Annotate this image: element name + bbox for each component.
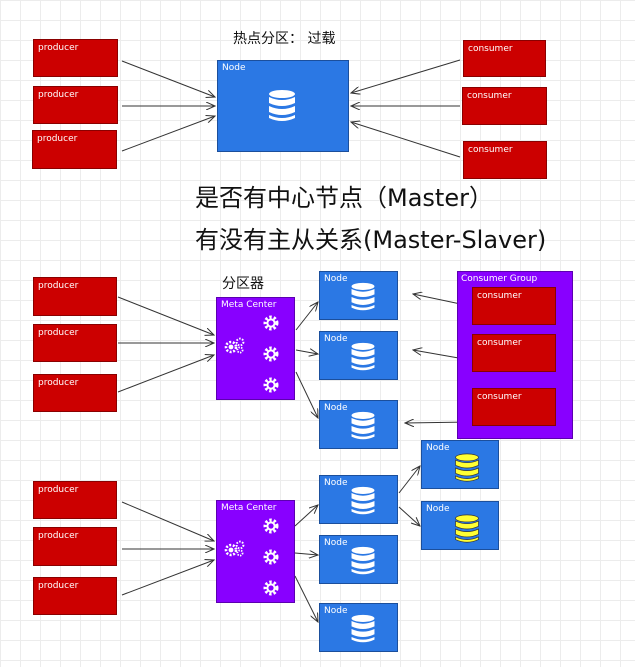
consumer-box: consumer: [472, 388, 556, 426]
node-box: Node: [319, 603, 398, 652]
arrow: [121, 560, 214, 596]
meta-center-box: Meta Center: [216, 500, 295, 603]
producer-box: producer: [33, 86, 118, 124]
arrow: [294, 553, 318, 555]
producer-box: producer: [33, 39, 118, 77]
consumer-box: consumer: [462, 87, 547, 125]
database-icon: [455, 453, 479, 482]
node-box: Node: [319, 400, 398, 449]
consumer-box: consumer: [463, 40, 546, 77]
gear-icon: [263, 377, 279, 393]
arrow: [295, 371, 318, 418]
database-icon: [455, 514, 479, 543]
gear-icon: [263, 518, 279, 534]
arrow: [398, 466, 420, 494]
arrow: [295, 302, 318, 331]
hotspot-title: 热点分区： 过载: [233, 31, 336, 47]
node-box: Node: [319, 475, 398, 524]
database-icon: [269, 90, 295, 121]
node-label: Node: [222, 63, 246, 73]
node-label: Node: [324, 334, 348, 344]
arrow: [294, 575, 318, 622]
consumer-box: consumer: [472, 287, 556, 325]
replica-node-box: Node: [421, 501, 499, 550]
producer-box: producer: [33, 527, 117, 566]
consumer-box: consumer: [472, 334, 556, 372]
database-icon: [351, 282, 375, 311]
replica-node-box: Node: [421, 440, 499, 489]
database-icon: [351, 614, 375, 643]
node-label: Node: [324, 274, 348, 284]
gears-icon: [224, 540, 245, 557]
gear-icon: [263, 549, 279, 565]
arrow: [351, 59, 461, 93]
node-label: Node: [426, 443, 450, 453]
producer-box: producer: [33, 481, 117, 519]
node-label: Node: [426, 504, 450, 514]
gear-icon: [263, 315, 279, 331]
arrow: [117, 296, 214, 335]
consumer-box: consumer: [463, 141, 547, 179]
producer-box: producer: [32, 130, 117, 169]
arrow: [121, 60, 215, 97]
producer-box: producer: [33, 277, 117, 316]
database-icon: [351, 411, 375, 440]
node-label: Node: [324, 478, 348, 488]
node-box: Node: [319, 271, 398, 320]
node-box: Node: [319, 331, 398, 380]
node-label: Node: [324, 538, 348, 548]
question-master: 是否有中心节点（Master）: [195, 184, 493, 212]
producer-box: producer: [33, 577, 117, 615]
partitioner-label: 分区器: [222, 276, 264, 292]
meta-center-box: Meta Center: [216, 297, 295, 400]
database-icon: [351, 546, 375, 575]
gear-icon: [263, 346, 279, 362]
node-label: Node: [324, 606, 348, 616]
producer-box: producer: [33, 374, 117, 412]
database-icon: [351, 486, 375, 515]
arrow: [121, 116, 215, 152]
node-box: Node: [217, 60, 349, 152]
arrow: [398, 506, 420, 526]
meta-center-label: Meta Center: [221, 503, 277, 513]
arrow: [121, 501, 214, 541]
node-box: Node: [319, 535, 398, 584]
consumer-group-title: Consumer Group: [461, 274, 538, 284]
arrow: [294, 505, 318, 527]
gears-icon: [224, 337, 245, 354]
producer-box: producer: [33, 324, 117, 362]
question-master-slaver: 有没有主从关系(Master-Slaver): [195, 226, 547, 254]
arrow: [295, 350, 318, 354]
gear-icon: [263, 580, 279, 596]
database-icon: [351, 342, 375, 371]
node-label: Node: [324, 403, 348, 413]
arrow: [117, 355, 214, 393]
meta-center-label: Meta Center: [221, 300, 277, 310]
arrow: [351, 122, 461, 158]
